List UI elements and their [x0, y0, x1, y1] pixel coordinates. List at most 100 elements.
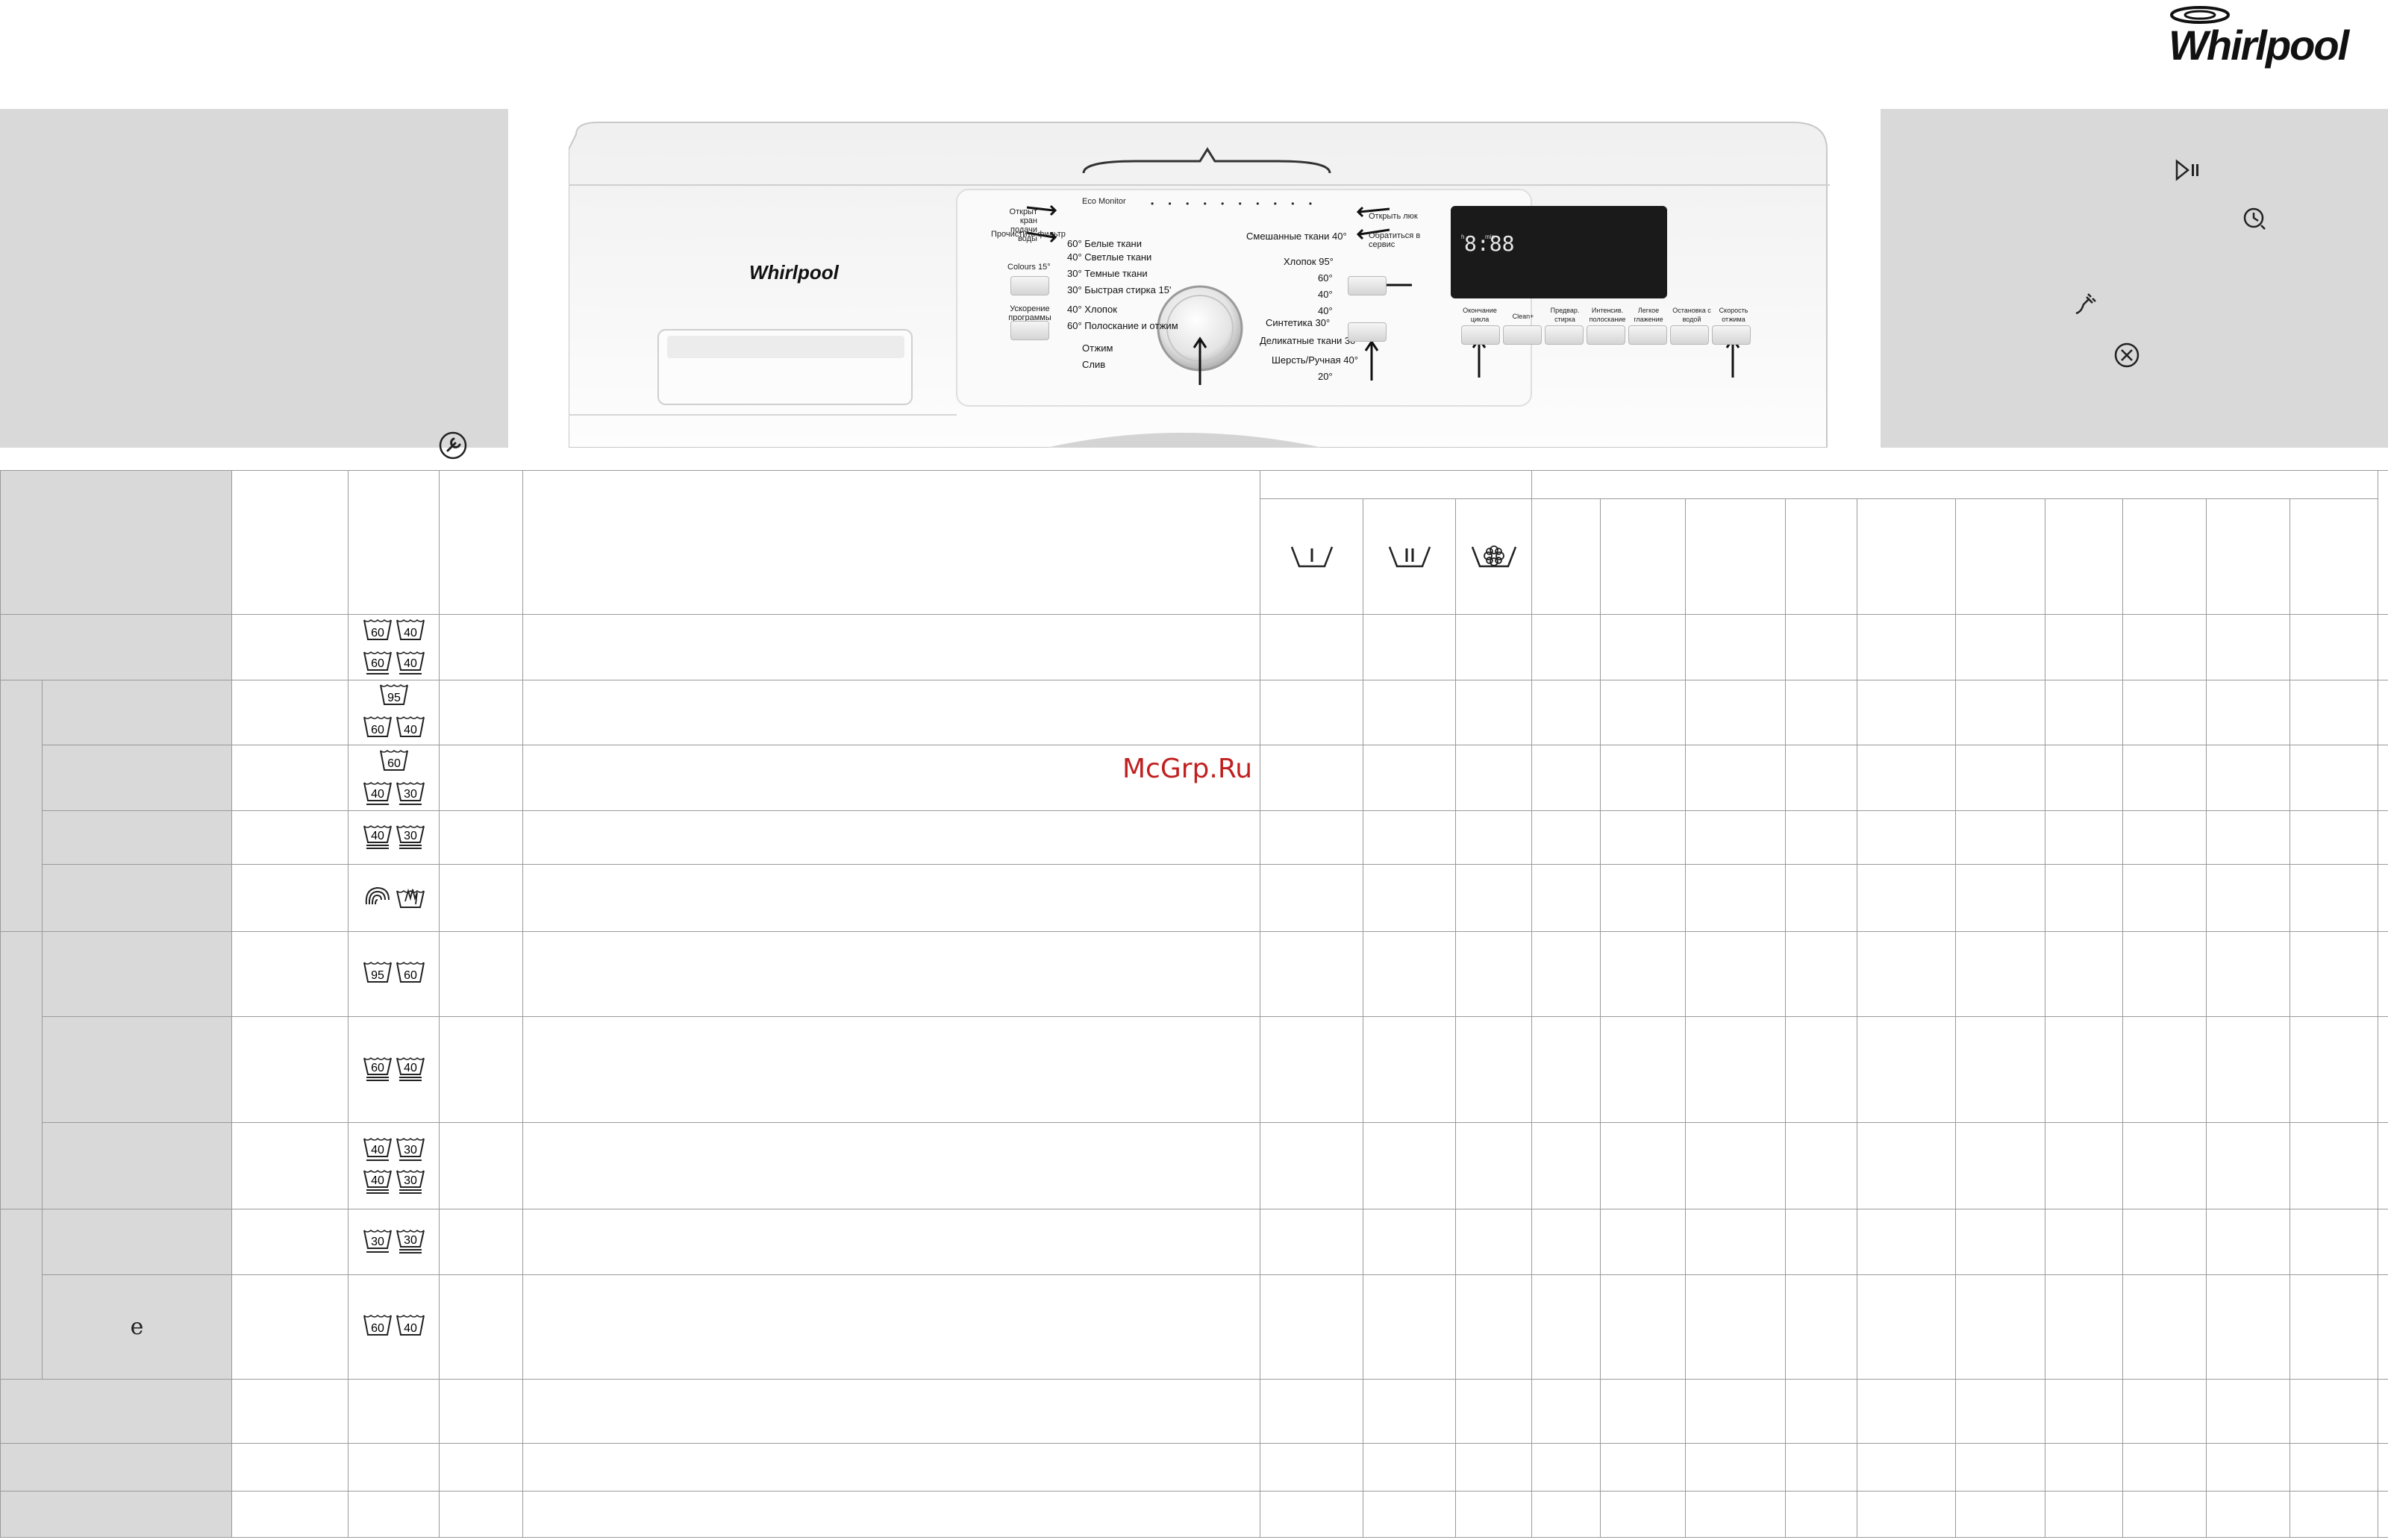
program-left-7[interactable]: Слив — [1082, 360, 1105, 370]
svg-text:60: 60 — [371, 1062, 384, 1074]
clock-icon — [2243, 207, 2266, 230]
header-option-6 — [1955, 498, 2046, 615]
softener-compartment-icon — [1471, 545, 1516, 567]
care-label-cell: 60 40 60 40 — [348, 614, 440, 680]
header-care-label — [348, 470, 440, 615]
svg-text:60: 60 — [387, 757, 401, 770]
program-left-5[interactable]: 60° Полоскание и отжим — [1067, 321, 1178, 331]
care-label-cell: 95 60 — [348, 931, 440, 1017]
svg-text:60: 60 — [371, 657, 384, 670]
table-row: 40 30 — [1, 810, 2388, 865]
program-left-4[interactable]: 40° Хлопок — [1067, 304, 1117, 315]
main-wash-compartment-icon — [1388, 546, 1431, 567]
wash-tub-icon: 40 — [395, 649, 426, 676]
wash-tub-icon: 40 — [395, 617, 426, 644]
speed-button[interactable] — [1010, 321, 1049, 340]
table-row: 40 30 40 30 — [1, 1122, 2388, 1209]
eco-monitor-leds: • • • • • • • • • • — [1151, 198, 1319, 209]
speed-label: Ускорение программы — [1008, 304, 1051, 322]
wash-tub-icon: 60 — [362, 617, 393, 644]
svg-text:30: 30 — [404, 1174, 417, 1187]
program-left-2[interactable]: 30° Темные ткани — [1067, 269, 1148, 279]
program-left-0[interactable]: 60° Белые ткани — [1067, 239, 1142, 249]
intensive-rinse-button[interactable] — [1587, 325, 1625, 345]
header-option-7 — [2045, 498, 2124, 615]
svg-text:40: 40 — [404, 1322, 417, 1335]
program-right-0[interactable]: Смешанные ткани 40° — [1246, 231, 1347, 242]
program-right-7[interactable]: Шерсть/Ручная 40° — [1272, 355, 1358, 366]
program-right-5[interactable]: Синтетика 30° — [1266, 318, 1330, 328]
program-right-4[interactable]: 40° — [1318, 306, 1333, 316]
wash-tub-icon: 40 — [362, 780, 393, 807]
svg-text:40: 40 — [404, 1062, 417, 1074]
program-table: 60 40 60 40 95 60 40 60 40 30 40 30 95 6… — [0, 470, 2388, 1538]
program-left-6[interactable]: Отжим — [1082, 343, 1113, 354]
wash-tub-icon: 30 — [395, 1136, 426, 1162]
program-right-1[interactable]: Хлопок 95° — [1284, 257, 1334, 267]
header-option-10 — [2289, 498, 2379, 615]
easy-iron-button[interactable] — [1628, 325, 1667, 345]
washing-machine-panel: Whirlpool Eco Monitor • • • • • • • • • … — [569, 119, 1830, 448]
table-row: 60 40 60 40 — [0, 614, 2388, 680]
program-right-8[interactable]: 20° — [1318, 372, 1333, 382]
eco-symbol: e — [130, 1314, 144, 1340]
spin-speed-button[interactable] — [1712, 325, 1751, 345]
service-label: Обратиться в сервис — [1369, 231, 1421, 249]
clean-plus-button[interactable] — [1503, 325, 1542, 345]
wash-tub-icon: 60 — [378, 748, 410, 774]
svg-text:30: 30 — [404, 788, 417, 801]
care-label-cell: 60 40 — [348, 1016, 440, 1123]
program-right-6[interactable]: Деликатные ткани 30° — [1260, 336, 1360, 346]
table-row: e 60 40 — [1, 1274, 2388, 1380]
end-of-cycle-button[interactable] — [1461, 325, 1500, 345]
care-label-cell: 30 30 — [348, 1209, 440, 1275]
header-program — [0, 470, 232, 615]
colours-button[interactable] — [1010, 276, 1049, 295]
wash-tub-icon: 40 — [362, 1168, 393, 1195]
header-option-4 — [1785, 498, 1858, 615]
left-info-panel — [0, 109, 508, 460]
header-description — [522, 470, 1260, 615]
program-right-2[interactable]: 60° — [1318, 273, 1333, 284]
table-row — [0, 1379, 2388, 1444]
svg-text:60: 60 — [404, 969, 417, 982]
program-right-3[interactable]: 40° — [1318, 289, 1333, 300]
play-pause-icon — [2175, 159, 2198, 181]
wash-tub-icon: 40 — [362, 823, 393, 850]
program-left-1[interactable]: 40° Светлые ткани — [1067, 252, 1151, 263]
option-label-6: Скорость отжима — [1719, 307, 1748, 323]
prewash-button[interactable] — [1545, 325, 1584, 345]
wash-tub-icon: 40 — [362, 1136, 393, 1162]
header-option-9 — [2206, 498, 2291, 615]
wash-tub-icon: 30 — [395, 823, 426, 850]
start-pause-button[interactable] — [1348, 322, 1387, 342]
table-row: 30 30 — [0, 1209, 2388, 1380]
svg-text:60: 60 — [371, 627, 384, 639]
header-main-compartment — [1363, 498, 1456, 615]
header-load — [231, 470, 348, 615]
open-door-label: Открыть люк — [1369, 212, 1418, 221]
care-label-cell: 95 60 40 — [348, 680, 440, 745]
care-label-cell: 60 40 30 — [348, 745, 440, 811]
header-detergent-group — [1259, 470, 1533, 499]
eco-program-cell: e — [42, 1274, 232, 1380]
option-label-0: Окончание цикла — [1463, 307, 1497, 323]
wash-tub-icon: 60 — [362, 1312, 393, 1339]
care-label-cell: 60 40 — [348, 1274, 440, 1380]
svg-text:95: 95 — [387, 692, 401, 704]
program-knob[interactable] — [1178, 306, 1222, 351]
eco-monitor-label: Eco Monitor — [1082, 197, 1126, 206]
program-left-3[interactable]: 30° Быстрая стирка 15' — [1067, 285, 1171, 295]
wash-tub-icon: 30 — [362, 1227, 393, 1254]
panel-brand: Whirlpool — [749, 261, 839, 284]
colours-label: Colours 15° — [1007, 263, 1051, 272]
svg-text:30: 30 — [404, 1234, 417, 1247]
wash-tub-icon: 95 — [378, 682, 410, 709]
brand-name: Whirlpool — [2169, 22, 2349, 69]
table-row — [0, 1491, 2388, 1538]
svg-text:40: 40 — [404, 657, 417, 670]
rinse-hold-button[interactable] — [1670, 325, 1709, 345]
svg-text:60: 60 — [371, 724, 384, 736]
hand-wash-icon: hand — [395, 883, 426, 910]
cancel-button[interactable] — [1348, 276, 1387, 295]
